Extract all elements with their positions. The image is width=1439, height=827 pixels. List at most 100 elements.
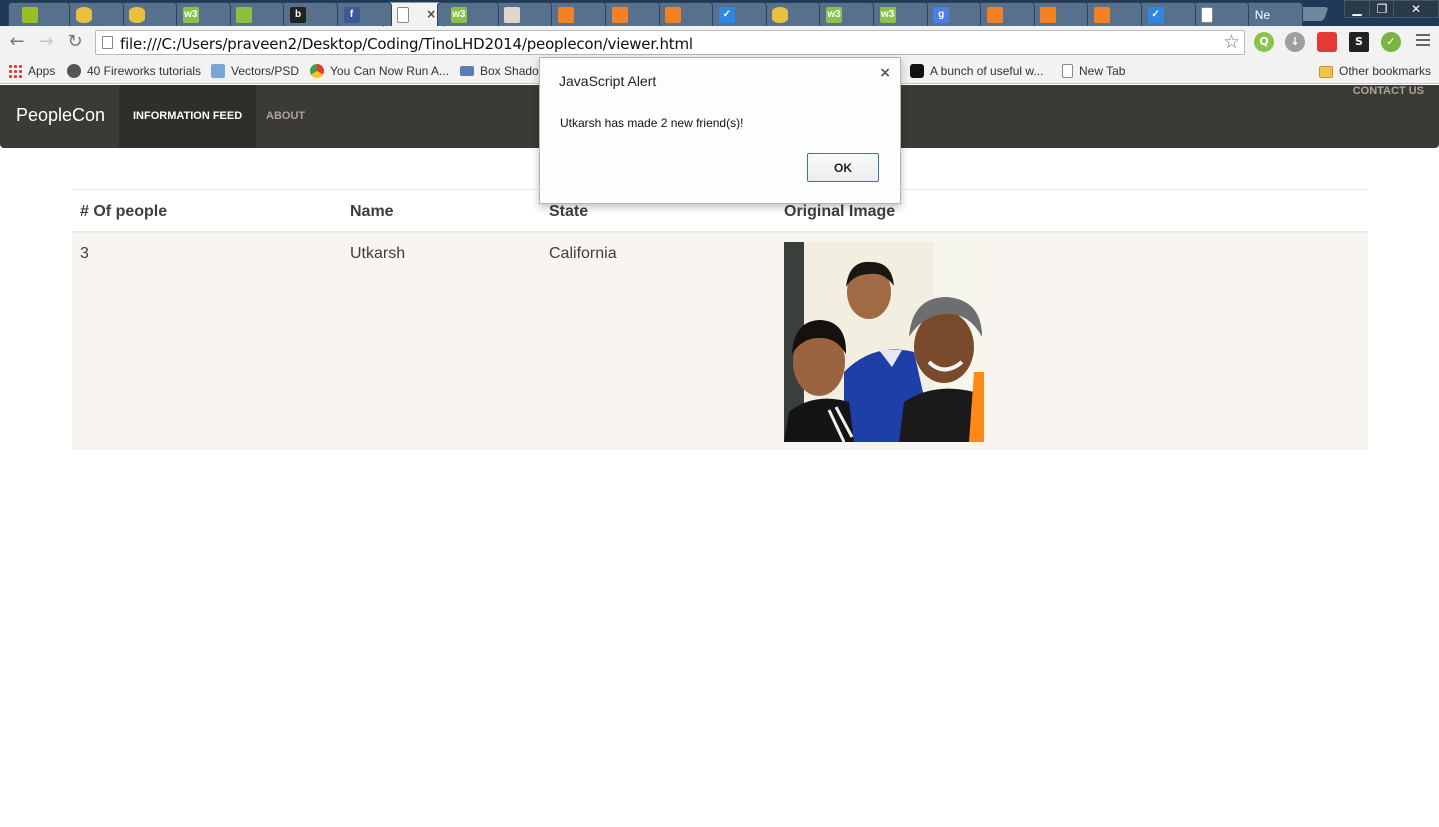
browser-tab[interactable]: [61, 2, 124, 26]
browser-tab[interactable]: [544, 2, 606, 26]
browser-tab[interactable]: [758, 2, 821, 26]
browser-tab[interactable]: w3: [168, 2, 231, 26]
nav-information-feed[interactable]: INFORMATION FEED: [119, 85, 257, 148]
extension-tag-icon[interactable]: ✓: [1381, 32, 1401, 52]
cell-count: 3: [72, 232, 342, 450]
browser-tab[interactable]: ×: [383, 2, 446, 27]
url-text[interactable]: file:///C:/Users/praveen2/Desktop/Coding…: [120, 35, 693, 53]
nav-about[interactable]: ABOUT: [252, 85, 319, 148]
address-bar[interactable]: file:///C:/Users/praveen2/Desktop/Coding…: [95, 30, 1245, 55]
browser-tab[interactable]: Ne: [1240, 2, 1303, 26]
browser-tab[interactable]: [115, 2, 178, 26]
alert-ok-button[interactable]: OK: [807, 153, 879, 182]
browser-tab[interactable]: [222, 2, 285, 26]
bookmark-useful[interactable]: A bunch of useful w...: [910, 62, 1043, 80]
w3-icon: w3: [879, 7, 896, 23]
extension-red-icon[interactable]: [1317, 32, 1337, 52]
cell-name: Utkarsh: [342, 232, 541, 450]
browser-toolbar: ← → ↻ file:///C:/Users/praveen2/Desktop/…: [0, 26, 1439, 58]
browser-tab[interactable]: [1187, 2, 1250, 26]
database-icon: [129, 7, 146, 23]
browser-tab[interactable]: f: [329, 2, 392, 26]
page-icon: [1062, 64, 1073, 78]
browser-tab[interactable]: w3: [812, 2, 874, 26]
restore-button[interactable]: ❐: [1369, 0, 1395, 18]
other-bookmarks[interactable]: Other bookmarks: [1319, 62, 1431, 80]
database-icon: [75, 7, 92, 23]
extension-q-icon[interactable]: Q: [1254, 32, 1274, 52]
nav-contact-us[interactable]: CONTACT US: [1353, 85, 1424, 148]
forward-button[interactable]: →: [36, 32, 56, 52]
browser-tab[interactable]: w3: [436, 2, 499, 26]
bookmark-vectors[interactable]: Vectors/PSD: [211, 62, 299, 80]
tab-strip: w3 b f × w3 ✓ w3 w3 g ✓ Ne ▁ ❐ ✕: [0, 0, 1439, 27]
brand-logo[interactable]: PeopleCon: [16, 105, 105, 126]
fireworks-icon: [67, 64, 81, 78]
facebook-icon: f: [343, 7, 360, 23]
cell-image: [776, 232, 1368, 450]
stack-icon: [986, 7, 1003, 23]
w3-icon: w3: [450, 7, 467, 23]
browser-tab[interactable]: w3: [865, 2, 928, 26]
reload-button[interactable]: ↻: [65, 32, 85, 52]
cloud-icon: [211, 64, 225, 78]
header-count: # Of people: [72, 189, 342, 233]
content-area: # Of people Name State Original Image 3 …: [72, 189, 1368, 450]
bookmark-fireworks[interactable]: 40 Fireworks tutorials: [67, 62, 201, 80]
browser-tab[interactable]: b: [276, 2, 338, 26]
back-button[interactable]: ←: [7, 32, 27, 52]
extension-download-icon[interactable]: ↓: [1285, 32, 1305, 52]
alert-message: Utkarsh has made 2 new friend(s)!: [560, 116, 744, 130]
alert-title: JavaScript Alert: [559, 73, 657, 89]
people-table: # Of people Name State Original Image 3 …: [72, 189, 1368, 450]
tab-close-icon[interactable]: ×: [426, 7, 436, 21]
chrome-icon: [310, 64, 324, 78]
chrome-menu-icon[interactable]: [1416, 34, 1430, 49]
browser-tab[interactable]: [651, 2, 714, 26]
b-icon: b: [290, 7, 306, 23]
folder-icon: [1319, 66, 1333, 78]
stack-icon: [1094, 7, 1110, 23]
apps-icon: [8, 64, 22, 78]
browser-tab[interactable]: [972, 2, 1035, 26]
android-icon: [22, 7, 38, 23]
page-icon: [397, 7, 410, 23]
minimize-button[interactable]: ▁: [1344, 0, 1370, 18]
browser-tab[interactable]: [490, 2, 553, 26]
javascript-alert-dialog: JavaScript Alert × Utkarsh has made 2 ne…: [539, 57, 901, 204]
browser-tab[interactable]: [597, 2, 660, 26]
stack-icon: [558, 7, 574, 23]
google-icon: g: [933, 7, 950, 23]
alert-close-icon[interactable]: ×: [879, 65, 891, 81]
check-icon: ✓: [1147, 7, 1164, 23]
bookmark-box-shadow[interactable]: Box Shadow: [460, 62, 547, 80]
browser-tab[interactable]: ✓: [1133, 2, 1196, 26]
w3-icon: w3: [826, 7, 842, 23]
bookmark-apps[interactable]: Apps: [8, 62, 55, 80]
stack-icon: [1040, 7, 1057, 23]
bookmark-new-tab[interactable]: New Tab: [1062, 62, 1125, 80]
window-close-button[interactable]: ✕: [1393, 0, 1439, 18]
box-icon: [460, 66, 474, 76]
browser-tab[interactable]: g: [919, 2, 982, 26]
group-photo-illustration: [784, 242, 984, 442]
browser-tab[interactable]: [1080, 2, 1142, 26]
cell-state: California: [541, 232, 776, 450]
page-icon: [102, 36, 113, 49]
check-icon: ✓: [718, 7, 735, 23]
page-icon: [1201, 7, 1214, 23]
extension-s-icon[interactable]: S: [1349, 32, 1369, 52]
bookmark-star-icon[interactable]: ☆: [1223, 31, 1240, 53]
browser-tab[interactable]: [8, 2, 70, 26]
stack-icon: [611, 7, 628, 23]
header-name: Name: [342, 189, 541, 233]
browser-tab[interactable]: ✓: [704, 2, 767, 26]
browser-tab[interactable]: [1026, 2, 1089, 26]
tab-label: Ne: [1254, 8, 1271, 22]
database-icon: [772, 7, 789, 23]
table-row: 3 Utkarsh California: [72, 232, 1368, 450]
android-robot-icon: [236, 7, 253, 23]
stack-icon: [665, 7, 682, 23]
palette-icon: [504, 7, 521, 23]
bookmark-you-can-now[interactable]: You Can Now Run A...: [310, 62, 449, 80]
